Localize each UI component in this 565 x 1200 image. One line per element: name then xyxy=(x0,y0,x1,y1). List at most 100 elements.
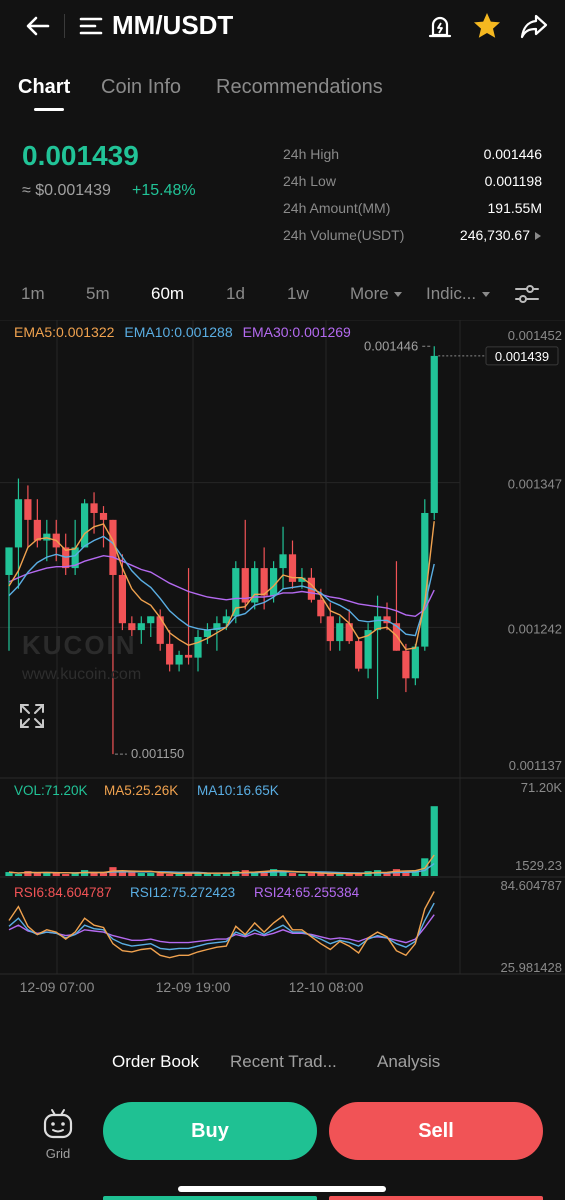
price-axis-tick: 0.001347 xyxy=(508,477,562,492)
interval-5m[interactable]: 5m xyxy=(86,284,110,304)
dropdown-caret-icon xyxy=(394,292,403,297)
candle-body xyxy=(355,641,363,669)
candle-body xyxy=(81,503,89,548)
stat-label-low: 24h Low xyxy=(283,173,336,189)
time-axis-label: 12-10 08:00 xyxy=(289,979,364,995)
watermark-url: www.kucoin.com xyxy=(22,666,142,683)
chart-settings-icon[interactable] xyxy=(514,282,540,306)
kline-chart[interactable]: 0.001452 0.001347 0.001242 0.001137 0.001446… xyxy=(0,320,565,1010)
low-marker-label: 0.001150 xyxy=(131,746,184,761)
watermark-brand: KUCOIN xyxy=(22,630,137,660)
price-axis-tick: 0.001137 xyxy=(509,758,562,773)
interval-more[interactable]: More xyxy=(350,284,403,304)
interval-1d[interactable]: 1d xyxy=(226,284,245,304)
volume-bar xyxy=(175,874,183,876)
legend-ema10: EMA10:0.001288 xyxy=(124,324,233,340)
home-indicator[interactable] xyxy=(178,1186,386,1192)
candle-body xyxy=(137,623,145,631)
share-icon[interactable] xyxy=(518,10,550,42)
volume-axis-max: 71.20K xyxy=(521,780,563,795)
volume-bar xyxy=(288,873,297,876)
candle-body xyxy=(90,503,98,513)
favorite-star-icon[interactable] xyxy=(471,10,503,42)
last-price: 0.001439 xyxy=(22,140,139,171)
indicators-label: Indic... xyxy=(426,284,477,303)
volume-bar xyxy=(326,874,334,876)
sell-button-peek xyxy=(329,1196,543,1200)
buy-button-peek xyxy=(103,1196,317,1200)
sell-button[interactable]: Sell xyxy=(329,1102,543,1160)
tab-coin-info[interactable]: Coin Info xyxy=(101,76,181,99)
candle-body xyxy=(166,643,174,665)
active-tab-indicator xyxy=(34,108,64,111)
price-axis-tick: 0.001242 xyxy=(508,621,562,636)
stat-label-volume: 24h Volume(USDT) xyxy=(283,227,405,243)
rsi-axis-min: 25.981428 xyxy=(501,960,562,975)
divider xyxy=(64,14,65,38)
rsi6-line xyxy=(8,891,435,959)
price-change: +15.48% xyxy=(132,182,196,199)
legend-ma10: MA10:16.65K xyxy=(197,783,279,798)
candle-body xyxy=(99,512,108,520)
grid-bot-button[interactable]: Grid xyxy=(36,1106,80,1161)
current-price-label: 0.001439 xyxy=(495,349,549,364)
top-bar: MM/USDT xyxy=(0,0,565,52)
interval-1m[interactable]: 1m xyxy=(21,284,45,304)
tab-order-book[interactable]: Order Book xyxy=(112,1052,199,1072)
volume-axis-min: 1529.23 xyxy=(515,858,562,873)
volume-bar xyxy=(137,873,145,876)
caret-icon xyxy=(535,232,541,241)
volume-bar xyxy=(14,874,23,876)
volume-bar xyxy=(147,873,155,876)
interval-60m[interactable]: 60m xyxy=(151,284,184,304)
tab-recent-trades[interactable]: Recent Trad... xyxy=(230,1052,337,1072)
legend-ema5: EMA5:0.001322 xyxy=(14,324,115,340)
volume-bar xyxy=(213,874,221,876)
stat-value-volume[interactable]: 246,730.67 xyxy=(460,227,542,243)
usd-price: ≈ $0.001439 xyxy=(22,182,111,199)
time-axis-label: 12-09 07:00 xyxy=(20,979,95,995)
back-arrow-icon[interactable] xyxy=(22,10,54,42)
stat-value-high: 0.001446 xyxy=(483,146,542,162)
candle-body xyxy=(194,636,202,658)
stat-value-volume-text: 246,730.67 xyxy=(459,227,530,243)
dropdown-caret-icon xyxy=(481,292,490,297)
candle-body xyxy=(336,623,344,642)
fullscreen-icon[interactable] xyxy=(18,702,46,730)
action-bar: Grid Buy Sell xyxy=(0,1098,565,1168)
robot-icon xyxy=(43,1109,73,1139)
candle-body xyxy=(14,499,23,548)
stat-value-amount: 191.55M xyxy=(487,200,542,216)
volume-bar xyxy=(307,873,315,876)
vol-ma5-line xyxy=(8,854,435,875)
grid-label: Grid xyxy=(45,1146,71,1161)
volume-bar xyxy=(52,873,60,876)
candle-body xyxy=(147,616,155,624)
rsi12-line xyxy=(8,902,435,951)
tab-chart[interactable]: Chart xyxy=(18,76,70,99)
main-tabs: Chart Coin Info Recommendations xyxy=(0,70,565,111)
volume-bar xyxy=(128,872,136,876)
interval-1w[interactable]: 1w xyxy=(287,284,309,304)
candle-body xyxy=(317,599,325,617)
buy-button[interactable]: Buy xyxy=(103,1102,317,1160)
candle-body xyxy=(33,519,41,541)
price-alert-icon[interactable] xyxy=(424,10,456,42)
candle-body xyxy=(279,554,287,569)
volume-bar xyxy=(99,873,108,876)
candle-body xyxy=(24,499,32,520)
candle-body xyxy=(184,654,193,658)
pair-title[interactable]: MM/USDT xyxy=(112,10,233,41)
price-axis-tick: 0.001452 xyxy=(508,328,562,343)
bottom-tabs: Order Book Recent Trad... Analysis xyxy=(0,1048,565,1078)
volume-bar xyxy=(166,874,174,876)
legend-vol: VOL:71.20K xyxy=(14,783,88,798)
stat-value-low: 0.001198 xyxy=(484,173,542,189)
legend-rsi6: RSI6:84.604787 xyxy=(14,885,112,900)
indicators-dropdown[interactable]: Indic... xyxy=(426,284,491,304)
candle-body xyxy=(402,650,410,679)
menu-icon[interactable] xyxy=(78,14,104,38)
legend-ema30: EMA30:0.001269 xyxy=(242,324,351,340)
tab-analysis[interactable]: Analysis xyxy=(377,1052,440,1072)
tab-recommendations[interactable]: Recommendations xyxy=(216,76,383,99)
